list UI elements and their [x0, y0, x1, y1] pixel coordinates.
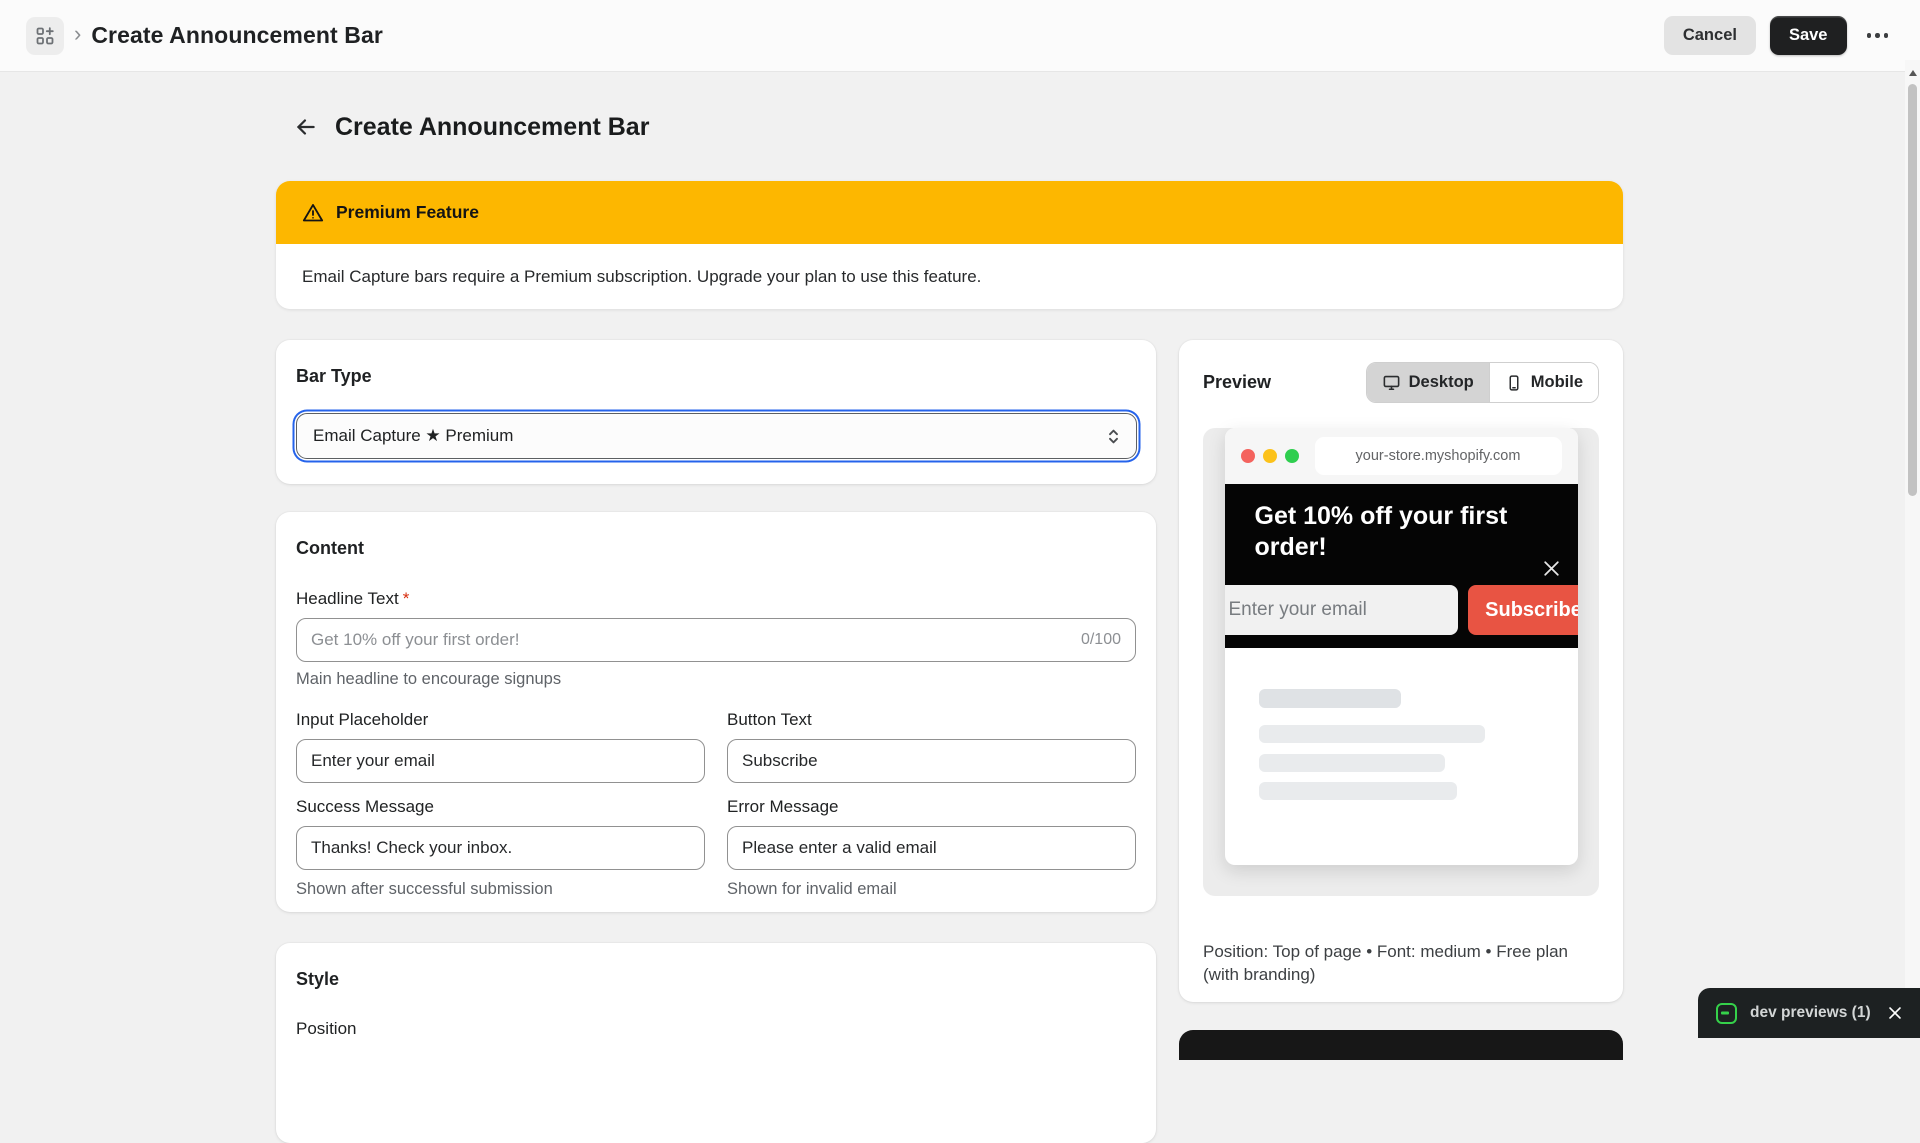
error-message-field[interactable]: [727, 826, 1136, 870]
error-message-label: Error Message: [727, 797, 1136, 817]
apps-grid-icon: [35, 26, 55, 46]
preview-bar-close-icon[interactable]: [1541, 558, 1562, 579]
back-arrow-icon[interactable]: [291, 112, 321, 142]
scrollbar-thumb[interactable]: [1908, 84, 1917, 496]
premium-banner-title: Premium Feature: [336, 202, 479, 223]
topbar-actions: Cancel Save: [1664, 16, 1894, 55]
breadcrumb-chevron: ›: [74, 21, 81, 47]
bar-type-card: Bar Type Email Capture ★ Premium: [276, 340, 1156, 484]
announcement-bar-preview: Get 10% off your first order! Enter your…: [1225, 484, 1578, 648]
preview-email-input[interactable]: Enter your email: [1225, 585, 1458, 635]
more-actions-kebab-icon[interactable]: [1861, 23, 1895, 48]
preview-header: Preview Desktop Mobile: [1203, 362, 1599, 403]
style-card: Style Position: [276, 943, 1156, 1143]
page-content-skeleton: [1225, 648, 1578, 800]
preview-subscribe-button[interactable]: Subscribe: [1468, 585, 1578, 635]
scrollbar-up-arrow-icon[interactable]: [1909, 70, 1917, 76]
success-message-field[interactable]: [296, 826, 705, 870]
skeleton-line: [1259, 754, 1445, 772]
browser-mockup: your-store.myshopify.com Get 10% off you…: [1225, 428, 1578, 865]
mobile-toggle-label: Mobile: [1531, 373, 1583, 392]
premium-banner-message: Email Capture bars require a Premium sub…: [302, 267, 981, 287]
preview-viewport: your-store.myshopify.com Get 10% off you…: [1203, 428, 1599, 896]
error-helper-text: Shown for invalid email: [727, 880, 1136, 899]
required-asterisk: *: [403, 589, 410, 608]
page-heading-row: Create Announcement Bar: [291, 112, 649, 142]
headline-input-wrap: 0/100: [296, 618, 1136, 662]
traffic-light-red-icon: [1241, 449, 1255, 463]
traffic-light-yellow-icon: [1263, 449, 1277, 463]
preview-card: Preview Desktop Mobile: [1179, 340, 1623, 1002]
toast-close-icon[interactable]: [1886, 1004, 1904, 1022]
content-heading: Content: [296, 538, 1136, 559]
content-card: Content Headline Text* 0/100 Main headli…: [276, 512, 1156, 912]
bar-type-select[interactable]: Email Capture ★ Premium: [296, 413, 1137, 459]
button-text-label: Button Text: [727, 710, 1136, 730]
style-position-label: Position: [296, 1019, 1136, 1039]
page-title: Create Announcement Bar: [335, 113, 649, 142]
topbar: › Create Announcement Bar Cancel Save: [0, 0, 1920, 72]
select-updown-chevron-icon: [1106, 428, 1121, 445]
preview-settings-caption: Position: Top of page • Font: medium • F…: [1203, 940, 1599, 987]
mobile-toggle-button[interactable]: Mobile: [1489, 363, 1598, 402]
dev-previews-label: dev previews (1): [1750, 1004, 1871, 1022]
dev-previews-toast: dev previews (1): [1698, 988, 1920, 1038]
button-text-field[interactable]: [727, 739, 1136, 783]
headline-text-label: Headline Text*: [296, 589, 409, 608]
input-placeholder-label: Input Placeholder: [296, 710, 705, 730]
save-button[interactable]: Save: [1770, 16, 1847, 55]
input-placeholder-field[interactable]: [296, 739, 705, 783]
preview-bar-headline: Get 10% off your first order!: [1255, 501, 1517, 563]
dev-previews-window-icon: [1716, 1003, 1737, 1024]
preview-heading: Preview: [1203, 372, 1271, 393]
topbar-title: Create Announcement Bar: [91, 22, 383, 49]
success-message-label: Success Message: [296, 797, 705, 817]
skeleton-line: [1259, 689, 1401, 708]
bar-type-selected-value: Email Capture ★ Premium: [313, 426, 513, 446]
desktop-toggle-label: Desktop: [1409, 373, 1474, 392]
premium-banner: Premium Feature Email Capture bars requi…: [276, 181, 1623, 309]
browser-url-bar: your-store.myshopify.com: [1315, 437, 1562, 475]
bar-type-heading: Bar Type: [296, 366, 1132, 387]
next-card-sliver: [1179, 1030, 1623, 1060]
traffic-light-green-icon: [1285, 449, 1299, 463]
mobile-phone-icon: [1505, 374, 1523, 392]
headline-char-counter: 0/100: [1081, 631, 1121, 649]
headline-helper-text: Main headline to encourage signups: [296, 670, 1136, 689]
desktop-monitor-icon: [1382, 373, 1401, 392]
warning-triangle-icon: [302, 202, 324, 224]
preview-bar-form: Enter your email Subscribe: [1225, 585, 1578, 635]
browser-chrome-bar: your-store.myshopify.com: [1225, 428, 1578, 484]
desktop-toggle-button[interactable]: Desktop: [1367, 363, 1489, 402]
skeleton-line: [1259, 725, 1485, 743]
style-heading: Style: [296, 969, 1136, 990]
premium-banner-header: Premium Feature: [276, 181, 1623, 244]
scrollbar: [1905, 60, 1920, 1038]
success-helper-text: Shown after successful submission: [296, 880, 705, 899]
headline-text-input[interactable]: [296, 618, 1136, 662]
device-toggle: Desktop Mobile: [1366, 362, 1599, 403]
cancel-button[interactable]: Cancel: [1664, 16, 1756, 55]
content-fields-grid: Input Placeholder Button Text Success Me…: [296, 696, 1136, 899]
apps-grid-icon-button[interactable]: [26, 17, 64, 55]
premium-banner-body: Email Capture bars require a Premium sub…: [276, 244, 1623, 309]
skeleton-line: [1259, 782, 1457, 800]
